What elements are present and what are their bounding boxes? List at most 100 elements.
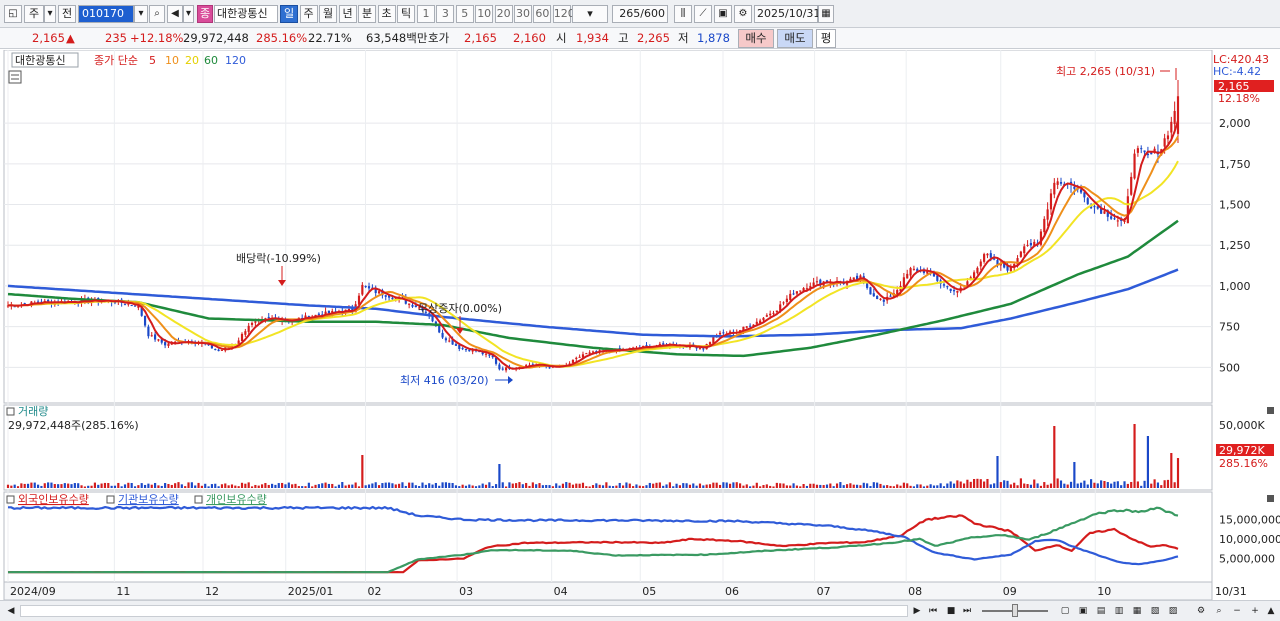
holdings-panel-close-icon[interactable] [1267, 495, 1274, 502]
candle-body [765, 315, 768, 317]
search-icon[interactable]: ⌕ [1212, 604, 1226, 618]
plus-icon[interactable]: + [1248, 604, 1262, 618]
gear-icon[interactable]: ⚙ [734, 5, 752, 23]
volume-bar [749, 486, 752, 488]
period-button-1[interactable]: 주 [299, 5, 318, 23]
candle-body [164, 342, 167, 346]
layout-icon-1[interactable]: ▢ [1058, 604, 1072, 618]
minus-icon[interactable]: − [1230, 604, 1244, 618]
interval-button-0[interactable]: 1 [417, 5, 435, 23]
up-icon[interactable]: ▲ [1264, 604, 1278, 618]
volume-bar [973, 479, 976, 488]
last-page-icon[interactable]: ⏭ [960, 604, 974, 618]
candle-body [438, 325, 441, 333]
candle-body [983, 254, 986, 262]
stop-icon[interactable]: ■ [944, 604, 958, 618]
date-input[interactable]: 2025/10/31 [754, 5, 820, 23]
prev-button[interactable]: 전 [58, 5, 76, 23]
volume-panel-close-icon[interactable] [1267, 407, 1274, 414]
period-button-3[interactable]: 년 [338, 5, 357, 23]
low-annotation: 최저 416 (03/20) [400, 374, 489, 387]
interval-button-7[interactable]: 120 [552, 5, 575, 23]
period-button-5[interactable]: 초 [377, 5, 396, 23]
layout-icon-4[interactable]: ▥ [1112, 604, 1126, 618]
period-button-4[interactable]: 분 [358, 5, 376, 23]
candle-body [1140, 148, 1143, 150]
calendar-icon[interactable]: ▦ [818, 5, 834, 23]
buy-button[interactable]: 매수 [738, 29, 774, 48]
interval-button-4[interactable]: 20 [494, 5, 513, 23]
volume-bar [398, 483, 401, 488]
line-icon[interactable]: ⟋ [694, 5, 712, 23]
candle-body [1123, 220, 1126, 222]
volume-bar [882, 485, 885, 488]
volume-bar [77, 483, 80, 488]
period-button-6[interactable]: 틱 [397, 5, 415, 23]
volume-panel-label: 거래량 [18, 405, 48, 418]
volume-bar [1009, 484, 1012, 488]
holdings-panel-icon[interactable] [6, 495, 15, 504]
dropdown-icon[interactable]: ▾ [183, 5, 194, 23]
speaker-icon[interactable]: ◀ [167, 5, 183, 23]
price-ytick-label: 1,750 [1219, 158, 1251, 171]
volume-bar [568, 482, 571, 488]
volume-bar [164, 483, 167, 488]
volume-panel-icon[interactable] [6, 407, 15, 416]
sell-button[interactable]: 매도 [777, 29, 813, 48]
settings-icon[interactable]: ⚙ [1194, 604, 1208, 618]
interval-button-5[interactable]: 30 [514, 5, 532, 23]
zoom-slider-handle[interactable] [1012, 604, 1018, 617]
stock-chart[interactable]: 15,000,000 10,000,000 5,000,000 2,000 1,750… [0, 50, 1280, 600]
volume-bar [852, 484, 855, 488]
interval-dropdown[interactable]: ▾ [572, 5, 608, 23]
stock-name[interactable]: 대한광통신 [214, 5, 278, 23]
interval-button-6[interactable]: 60 [533, 5, 552, 23]
window-icon[interactable]: ◱ [4, 5, 22, 23]
candle-body [154, 334, 157, 340]
candle-body [882, 299, 885, 302]
scroll-track[interactable] [20, 605, 908, 617]
layout-icon-7[interactable]: ▨ [1166, 604, 1180, 618]
candle-body [879, 298, 882, 300]
candle-icon[interactable]: ⫼ [674, 5, 692, 23]
volume-bar [983, 481, 986, 488]
layout-icon-5[interactable]: ▦ [1130, 604, 1144, 618]
panel-menu-icon[interactable] [8, 70, 22, 84]
period-button-2[interactable]: 월 [319, 5, 337, 23]
count-value: 265 [619, 7, 641, 20]
scroll-bar[interactable]: ◀ ▶ ⏮ ■ ⏭ ▢ ▣ ▤ ▥ ▦ ▧ ▨ ⚙ ⌕ − + ▲ [0, 600, 1280, 621]
layout-icon-2[interactable]: ▣ [1076, 604, 1090, 618]
scroll-right-icon[interactable]: ▶ [910, 604, 924, 618]
volume-bar [13, 484, 16, 488]
volume-bar [137, 485, 140, 488]
market-select[interactable]: 주 [24, 5, 44, 23]
scroll-left-icon[interactable]: ◀ [4, 604, 18, 618]
chevron-down-icon[interactable]: ▾ [134, 5, 148, 23]
eval-button[interactable]: 평 [816, 29, 836, 48]
volume-bar [187, 482, 190, 488]
volume-bar [200, 485, 203, 488]
candle-body [458, 345, 461, 349]
candle-body [133, 305, 137, 307]
candle-body [505, 367, 508, 371]
layout-icon-6[interactable]: ▧ [1148, 604, 1162, 618]
x-axis-label: 2024/09 [10, 585, 56, 598]
volume-bar [959, 481, 962, 488]
interval-button-2[interactable]: 5 [455, 5, 474, 23]
volume-bar [869, 486, 872, 488]
dropdown-icon[interactable]: ▾ [44, 5, 56, 23]
period-button-0[interactable]: 일 [280, 5, 298, 23]
volume-bar [401, 482, 404, 488]
chart-area[interactable]: 15,000,000 10,000,000 5,000,000 2,000 1,750… [0, 50, 1280, 600]
interval-button-3[interactable]: 10 [475, 5, 494, 23]
count-input[interactable]: 265/600 [612, 5, 668, 23]
first-page-icon[interactable]: ⏮ [926, 604, 940, 618]
stock-code-input[interactable]: 010170 [78, 5, 134, 23]
search-icon[interactable]: ⌕ [149, 5, 165, 23]
save-icon[interactable]: ▣ [714, 5, 732, 23]
volume-bar [608, 485, 611, 488]
volume-bar [645, 485, 648, 488]
interval-button-1[interactable]: 3 [436, 5, 455, 23]
candle-body [578, 356, 581, 358]
layout-icon-3[interactable]: ▤ [1094, 604, 1108, 618]
